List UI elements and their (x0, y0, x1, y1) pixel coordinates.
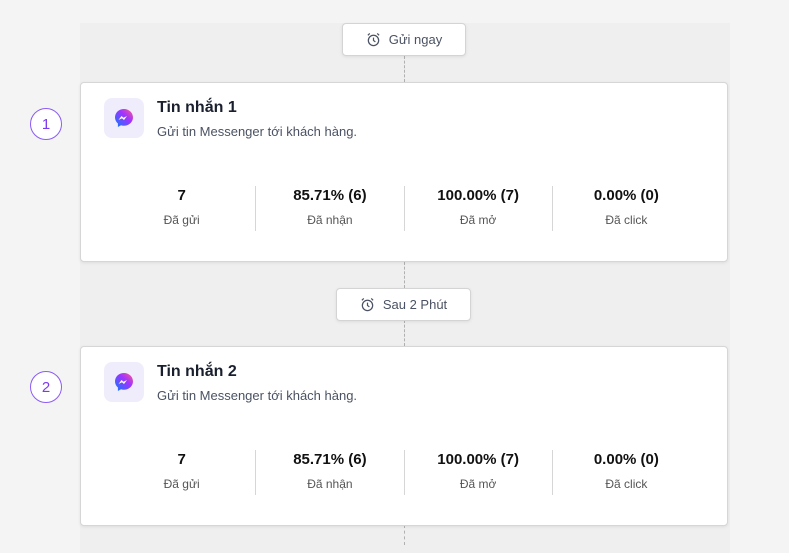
connector-line (404, 525, 405, 545)
stat-opened: 100.00% (7) Đã mở (403, 186, 552, 231)
message-step-card[interactable]: Tin nhắn 1 Gửi tin Messenger tới khách h… (80, 82, 728, 262)
stat-value: 7 (177, 187, 186, 204)
stat-value: 0.00% (0) (593, 451, 659, 468)
stat-label: Đã nhận (307, 477, 353, 491)
alarm-clock-icon (361, 297, 374, 312)
step-title: Tin nhắn 2 (157, 363, 237, 380)
stat-value: 85.71% (6) (293, 451, 367, 468)
delay-label: Gửi ngay (388, 32, 443, 47)
stat-clicked: 0.00% (0) Đã click (551, 450, 700, 495)
connector-line (404, 56, 405, 82)
stat-label: Đã mở (459, 477, 497, 491)
connector-line (404, 320, 405, 346)
stat-label: Đã nhận (307, 213, 353, 227)
stat-value: 7 (177, 451, 186, 468)
stat-value: 100.00% (7) (437, 451, 519, 468)
step-number: 1 (30, 108, 62, 140)
step-title: Tin nhắn 1 (157, 99, 237, 116)
stat-received: 85.71% (6) Đã nhận (255, 186, 403, 231)
messenger-icon (104, 98, 144, 138)
stat-received: 85.71% (6) Đã nhận (255, 450, 403, 495)
stat-value: 85.71% (6) (293, 187, 367, 204)
stat-value: 100.00% (7) (437, 187, 519, 204)
alarm-clock-icon (367, 32, 380, 47)
stat-value: 0.00% (0) (593, 187, 659, 204)
stats-row: 7 Đã gửi 85.71% (6) Đã nhận 100.00% (7) Đã … (108, 186, 700, 231)
message-step-card[interactable]: Tin nhắn 2 Gửi tin Messenger tới khách h… (80, 346, 728, 526)
stat-label: Đã click (605, 213, 648, 227)
stat-label: Đã mở (459, 213, 497, 227)
step-number: 2 (30, 371, 62, 403)
step-subtitle: Gửi tin Messenger tới khách hàng. (157, 124, 358, 139)
stat-sent: 7 Đã gửi (108, 186, 255, 231)
delay-button-send-now[interactable]: Gửi ngay (342, 23, 466, 56)
stat-label: Đã gửi (163, 213, 200, 227)
stat-label: Đã gửi (163, 477, 200, 491)
stats-row: 7 Đã gửi 85.71% (6) Đã nhận 100.00% (7) Đã … (108, 450, 700, 495)
delay-label: Sau 2 Phút (382, 297, 448, 312)
stat-opened: 100.00% (7) Đã mở (403, 450, 552, 495)
stat-clicked: 0.00% (0) Đã click (551, 186, 700, 231)
connector-line (404, 262, 405, 288)
stat-label: Đã click (605, 477, 648, 491)
delay-button-after-2-min[interactable]: Sau 2 Phút (336, 288, 471, 321)
step-subtitle: Gửi tin Messenger tới khách hàng. (157, 388, 358, 403)
stat-sent: 7 Đã gửi (108, 450, 255, 495)
messenger-icon (104, 362, 144, 402)
